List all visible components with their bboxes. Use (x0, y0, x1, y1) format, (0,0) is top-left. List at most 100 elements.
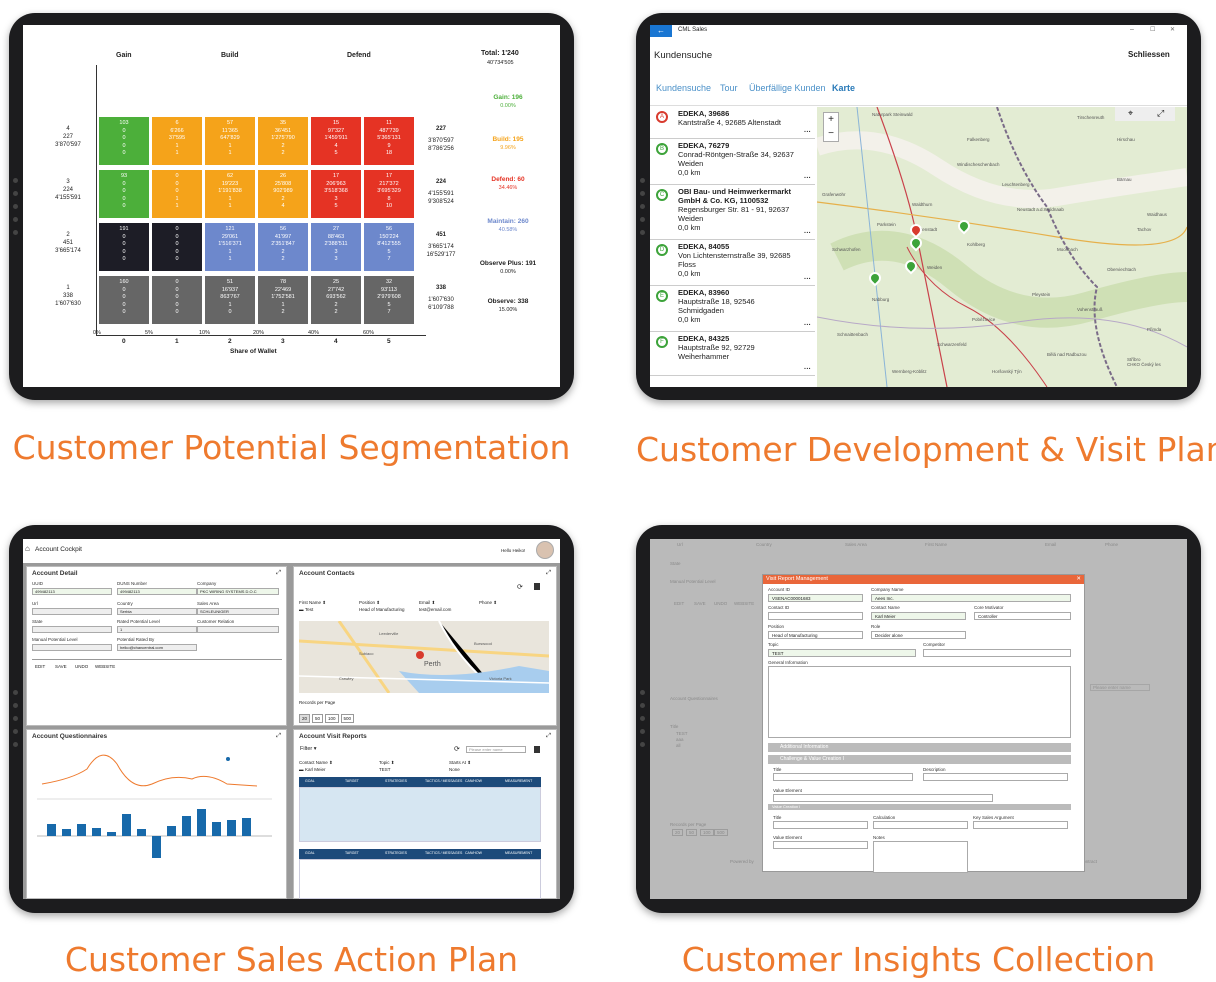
minimize-button[interactable]: – (1130, 26, 1134, 33)
segment-cell[interactable]: 121 29'061 1'516'371 1 1 (205, 223, 255, 271)
segment-cell[interactable]: 32 93'113 2'979'608 5 7 (364, 276, 414, 324)
field-input[interactable] (197, 626, 279, 633)
field-input[interactable]: 499482113 (117, 588, 197, 595)
add-icon[interactable] (534, 746, 540, 753)
field-input[interactable]: 1 (117, 626, 197, 633)
tab-tour[interactable]: Tour (720, 83, 738, 93)
field-input[interactable] (923, 649, 1071, 657)
field-input[interactable]: SCHLEUNIGER (197, 608, 279, 615)
records-per-page-button[interactable]: 20 (299, 714, 311, 723)
more-icon[interactable]: ··· (804, 365, 811, 374)
more-icon[interactable]: ··· (804, 174, 811, 183)
more-icon[interactable]: ··· (804, 229, 811, 238)
more-icon[interactable]: ··· (804, 275, 811, 284)
map[interactable]: + − ⌖ ⤢ Naturpark Steinwald Falkenberg Win… (817, 107, 1187, 387)
more-icon[interactable]: ··· (804, 321, 811, 330)
detail-button[interactable]: EDIT (35, 664, 45, 669)
filter-dropdown[interactable]: Filter ▾ (300, 746, 317, 752)
field-input[interactable]: PKC WIRING SYSTEMS D.O.C (197, 588, 279, 595)
column-header[interactable]: First Name ⬍ (299, 600, 326, 606)
segment-cell[interactable]: 00000 (152, 276, 202, 324)
column-header[interactable]: Starts At ⬍ (449, 760, 471, 766)
field-input[interactable]: Controller (974, 612, 1071, 620)
field-input[interactable] (773, 773, 913, 781)
records-per-page-button[interactable]: 500 (340, 714, 355, 723)
zoom-in-button[interactable]: + (824, 113, 838, 127)
result-item[interactable]: F EDEKA, 84325 Hauptstraße 92, 92729 Weiher… (650, 332, 815, 376)
back-button[interactable]: ← (650, 25, 672, 37)
segment-cell[interactable]: 78 22'469 1'752'581 1 2 (258, 276, 308, 324)
tab-karte[interactable]: Karte (832, 83, 855, 93)
segment-cell[interactable]: 35 36'451 1'275'790 2 2 (258, 117, 308, 165)
segment-cell[interactable]: 00011 (152, 170, 202, 218)
tab-overdue[interactable]: Überfällige Kunden (749, 83, 826, 93)
home-icon[interactable]: ⌂ (25, 544, 30, 553)
section-bar[interactable]: Additional Information (768, 743, 1071, 752)
field-input[interactable] (32, 608, 112, 615)
segment-cell[interactable]: 17 217'372 3'695'329 8 10 (364, 170, 414, 218)
column-header[interactable]: Contact Name ⬍ (299, 760, 333, 766)
locate-icon[interactable]: ⌖ (1128, 108, 1133, 119)
records-per-page-button[interactable]: 100 (325, 714, 339, 723)
field-input[interactable] (773, 841, 868, 849)
avatar[interactable] (536, 541, 554, 559)
segment-cell[interactable]: 00000 (152, 223, 202, 271)
field-input[interactable] (923, 773, 1068, 781)
close-window-button[interactable]: ✕ (1170, 26, 1175, 33)
segment-cell[interactable]: 51 16'937 863'767 1 0 (205, 276, 255, 324)
segment-cell[interactable]: 57 11'365 647'829 1 1 (205, 117, 255, 165)
field-input[interactable]: Decider alone (871, 631, 966, 639)
detail-button[interactable]: UNDO (75, 664, 88, 669)
segment-cell[interactable]: 27 88'463 2'388'511 3 3 (311, 223, 361, 271)
segment-cell[interactable]: 17 206'963 3'518'368 3 5 (311, 170, 361, 218)
segment-cell[interactable]: 103 0 0 0 0 (99, 117, 149, 165)
detail-button[interactable]: WEBSITE (95, 664, 115, 669)
add-icon[interactable] (534, 583, 540, 590)
maximize-button[interactable]: ☐ (1150, 26, 1155, 33)
segment-cell[interactable]: 6 6'266 37'595 1 1 (152, 117, 202, 165)
expand-icon[interactable]: ⤢ (276, 570, 281, 577)
result-item[interactable]: A EDEKA, 39686 Kantstraße 4, 92685 Altenst… (650, 107, 815, 139)
field-input[interactable] (32, 644, 112, 651)
refresh-icon[interactable]: ⟳ (454, 745, 460, 753)
expand-icon[interactable]: ⤢ (276, 733, 281, 740)
result-item[interactable]: E EDEKA, 83960 Hauptstraße 18, 92546 Schmid… (650, 286, 815, 332)
fullscreen-icon[interactable]: ⤢ (1157, 108, 1164, 119)
field-input[interactable] (973, 821, 1068, 829)
field-input[interactable]: heiko@chancentral.com (117, 644, 197, 651)
field-input[interactable] (773, 794, 993, 802)
general-information-textarea[interactable] (768, 666, 1071, 738)
result-item[interactable]: D EDEKA, 84055 Von Lichtensternstraße 39, … (650, 240, 815, 286)
close-icon[interactable]: ✕ (1076, 575, 1081, 584)
field-input[interactable] (873, 821, 968, 829)
expand-icon[interactable]: ⤢ (546, 733, 551, 740)
segment-cell[interactable]: 62 19'223 1'191'838 1 1 (205, 170, 255, 218)
close-button[interactable]: Schliessen (1128, 50, 1170, 59)
more-icon[interactable]: ··· (804, 128, 811, 137)
field-input[interactable]: Head of Manufacturing (768, 631, 863, 639)
field-input[interactable] (873, 841, 968, 873)
column-header[interactable]: Topic ⬍ (379, 760, 395, 766)
field-input[interactable]: Aees Inc. (871, 594, 1071, 602)
segment-cell[interactable]: 56 41'997 2'351'847 2 2 (258, 223, 308, 271)
segment-cell[interactable]: 93 0 0 0 0 (99, 170, 149, 218)
section-bar[interactable]: Challenge & Value Creation I (768, 755, 1071, 764)
refresh-icon[interactable]: ⟳ (517, 583, 523, 591)
records-per-page-button[interactable]: 50 (312, 714, 324, 723)
tab-kundensuche[interactable]: Kundensuche (656, 83, 711, 93)
search-input[interactable]: Please enter name (466, 746, 526, 753)
segment-cell[interactable]: 25 27'742 693'562 2 2 (311, 276, 361, 324)
result-item[interactable]: C OBI Bau- und Heimwerkermarkt GmbH & Co.… (650, 185, 815, 240)
segment-cell[interactable]: 11 487'739 5'365'131 9 18 (364, 117, 414, 165)
segment-cell[interactable]: 15 97'327 1'459'911 4 5 (311, 117, 361, 165)
field-input[interactable]: Serbia (117, 608, 197, 615)
result-item[interactable]: B EDEKA, 76279 Conrad-Röntgen-Straße 34, 9… (650, 139, 815, 185)
segment-cell[interactable]: 26 25'808 902'989 2 4 (258, 170, 308, 218)
segment-cell[interactable]: 191 0 0 0 0 (99, 223, 149, 271)
field-input[interactable] (768, 612, 863, 620)
column-header[interactable]: Email ⬍ (419, 600, 435, 606)
section-bar[interactable]: Value Creation I (768, 804, 1071, 810)
expand-icon[interactable]: ⤢ (546, 570, 551, 577)
field-input[interactable]: VSENAC00001683 (768, 594, 863, 602)
field-input[interactable] (773, 821, 868, 829)
